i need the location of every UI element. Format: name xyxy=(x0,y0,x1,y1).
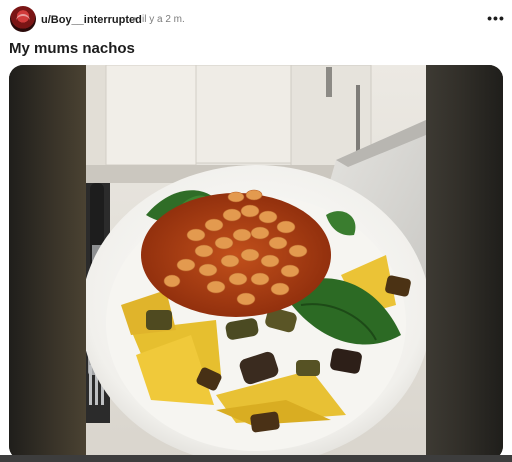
media-blur-left xyxy=(9,65,86,460)
more-options-icon[interactable]: ••• xyxy=(486,10,506,26)
post-media[interactable] xyxy=(9,65,503,460)
media-blur-right xyxy=(426,65,503,460)
meta-separator: • xyxy=(133,14,137,25)
post-timestamp: il y a 2 m. xyxy=(142,14,185,25)
bottom-bar xyxy=(0,455,512,462)
post-title[interactable]: My mums nachos xyxy=(9,40,135,57)
user-avatar[interactable] xyxy=(10,6,36,32)
nachos-photo xyxy=(86,65,426,460)
username-link[interactable]: u/Boy__interrupted xyxy=(41,14,142,26)
post-header: u/Boy__interrupted • il y a 2 m. ••• xyxy=(0,0,512,36)
